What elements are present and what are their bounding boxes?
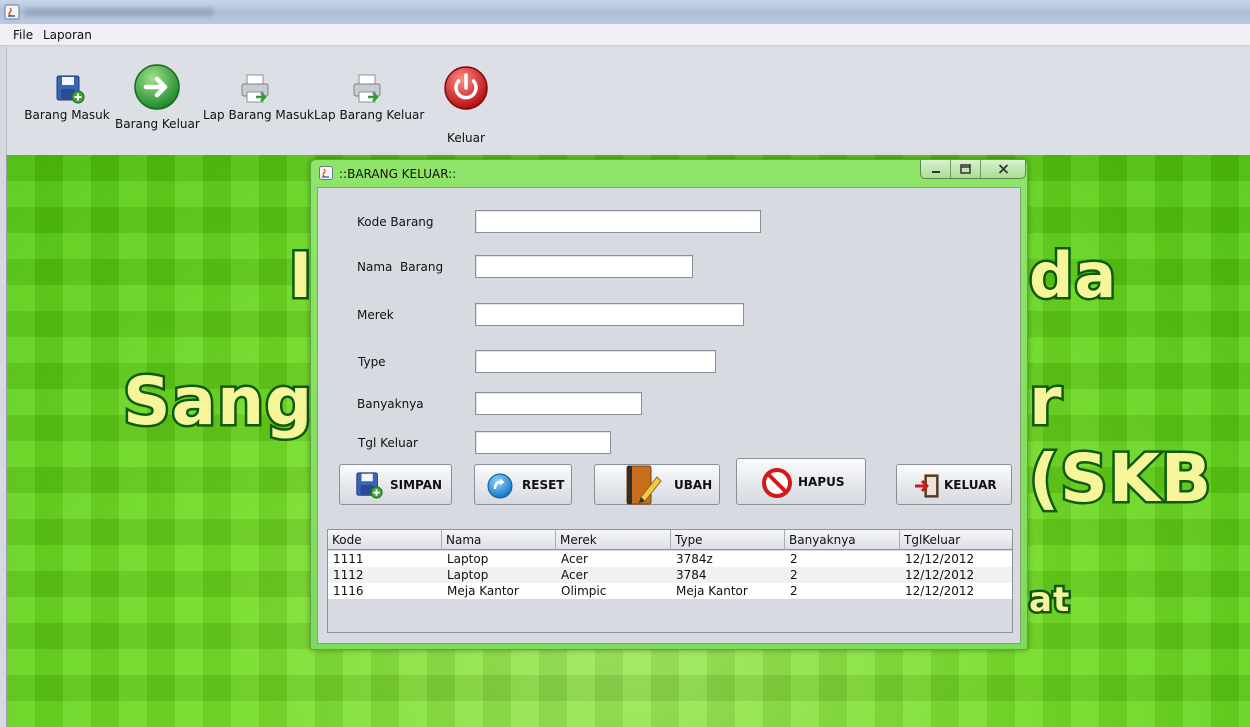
banner-fragment-sang: Sang <box>120 361 314 443</box>
frame-titlebar[interactable]: ::BARANG KELUAR:: <box>311 160 1027 186</box>
reset-label: RESET <box>522 478 565 492</box>
no-entry-icon <box>762 468 792 498</box>
toolbar-lap-barang-keluar-button[interactable]: Lap Barang Keluar <box>314 73 425 122</box>
merek-input[interactable] <box>475 303 744 326</box>
toolbar-keluar-label: Keluar <box>447 131 485 145</box>
printer-icon <box>353 74 381 103</box>
menu-laporan[interactable]: Laporan <box>43 28 92 42</box>
hapus-label: HAPUS <box>798 475 845 489</box>
arrow-right-icon <box>134 64 180 110</box>
column-header-tglkeluar[interactable]: TglKeluar <box>900 530 1012 550</box>
toolbar-lap-barang-keluar-label: Lap Barang Keluar <box>314 108 425 122</box>
frame-window-controls <box>920 160 1026 179</box>
table-row[interactable]: 1116 Meja Kantor Olimpic Meja Kantor 2 1… <box>328 583 1012 599</box>
cell-merek: Acer <box>561 568 588 582</box>
cell-nama: Laptop <box>447 552 489 566</box>
cell-tglkeluar: 12/12/2012 <box>905 552 975 566</box>
tgl-keluar-label: Tgl Keluar <box>358 436 418 450</box>
table-row[interactable]: 1112 Laptop Acer 3784 2 12/12/2012 <box>328 567 1012 583</box>
cell-type: 3784 <box>676 568 707 582</box>
toolbar-barang-masuk-button[interactable]: Barang Masuk <box>24 73 111 122</box>
exit-door-icon <box>915 474 939 498</box>
restore-icon <box>960 164 971 174</box>
printer-icon <box>241 74 269 103</box>
column-header-nama[interactable]: Nama <box>442 530 556 550</box>
toolbar-lap-barang-masuk-label: Lap Barang Masuk <box>203 108 314 122</box>
column-header-merek[interactable]: Merek <box>556 530 671 550</box>
maximize-button[interactable] <box>951 160 982 178</box>
barang-keluar-frame: ::BARANG KELUAR:: Kode Barang Nama Baran… <box>310 159 1028 650</box>
table-body: 1111 Laptop Acer 3784z 2 12/12/2012 1112… <box>328 551 1012 599</box>
edit-book-icon <box>626 465 662 505</box>
column-header-type[interactable]: Type <box>671 530 785 550</box>
keluar-button[interactable]: KELUAR <box>896 464 1012 505</box>
banner-fragment-bottom: at <box>1026 578 1071 623</box>
banner-fragment-skb: r (SKB <box>1027 361 1214 520</box>
kode-barang-label: Kode Barang <box>357 215 434 229</box>
merek-label: Merek <box>357 308 394 322</box>
cell-tglkeluar: 12/12/2012 <box>905 568 975 582</box>
nama-barang-label: Nama Barang <box>357 260 444 274</box>
toolbar-keluar-button[interactable]: Keluar <box>437 65 495 145</box>
reset-button[interactable]: RESET <box>474 464 572 505</box>
toolbar-barang-keluar-button[interactable]: Barang Keluar <box>115 63 200 131</box>
refresh-icon <box>487 473 513 499</box>
ubah-label: UBAH <box>674 478 713 492</box>
frame-title: ::BARANG KELUAR:: <box>339 167 457 181</box>
column-header-banyaknya[interactable]: Banyaknya <box>785 530 900 550</box>
minimize-icon <box>931 171 940 173</box>
banner-fragment-right: da <box>1026 237 1118 315</box>
type-label: Type <box>358 355 386 369</box>
cell-nama: Meja Kantor <box>447 584 519 598</box>
menu-bar: File Laporan <box>0 24 1250 46</box>
table-header: Kode Nama Merek Type Banyaknya TglKeluar <box>328 530 1012 550</box>
column-header-kode[interactable]: Kode <box>328 530 442 550</box>
barang-keluar-table: Kode Nama Merek Type Banyaknya TglKeluar… <box>327 529 1013 633</box>
power-icon <box>444 66 488 110</box>
cell-tglkeluar: 12/12/2012 <box>905 584 975 598</box>
hapus-button[interactable]: HAPUS <box>736 458 866 505</box>
frame-content: Kode Barang Nama Barang Merek Type Banya… <box>317 187 1021 644</box>
cell-kode: 1116 <box>333 584 364 598</box>
tgl-keluar-input[interactable] <box>475 431 611 454</box>
cell-banyaknya: 2 <box>790 584 798 598</box>
toolbar-barang-masuk-label: Barang Masuk <box>24 108 110 122</box>
cell-type: Meja Kantor <box>676 584 748 598</box>
toolbar-lap-barang-masuk-button[interactable]: Lap Barang Masuk <box>203 73 314 122</box>
toolbar: Barang Masuk Barang Keluar Lap Barang Ma… <box>6 47 1250 155</box>
simpan-label: SIMPAN <box>390 478 443 492</box>
keluar-label: KELUAR <box>944 478 997 492</box>
simpan-button[interactable]: SIMPAN <box>339 464 452 505</box>
banyaknya-label: Banyaknya <box>357 397 424 411</box>
save-add-icon <box>56 75 85 104</box>
menu-file[interactable]: File <box>13 28 33 42</box>
cell-banyaknya: 2 <box>790 552 798 566</box>
cell-banyaknya: 2 <box>790 568 798 582</box>
cell-kode: 1112 <box>333 568 364 582</box>
cell-type: 3784z <box>676 552 713 566</box>
cell-merek: Acer <box>561 552 588 566</box>
minimize-button[interactable] <box>921 160 952 178</box>
ubah-button[interactable]: UBAH <box>594 464 720 505</box>
java-app-icon <box>4 4 20 20</box>
table-row[interactable]: 1111 Laptop Acer 3784z 2 12/12/2012 <box>328 551 1012 567</box>
close-button[interactable] <box>981 160 1025 178</box>
cell-merek: Olimpic <box>561 584 607 598</box>
window-title-blurred <box>24 8 214 16</box>
cell-kode: 1111 <box>333 552 364 566</box>
banyaknya-input[interactable] <box>475 392 642 415</box>
close-icon <box>998 164 1008 174</box>
cell-nama: Laptop <box>447 568 489 582</box>
nama-barang-input[interactable] <box>475 255 693 278</box>
save-add-icon <box>356 472 383 499</box>
toolbar-barang-keluar-label: Barang Keluar <box>115 117 200 131</box>
kode-barang-input[interactable] <box>475 210 761 233</box>
os-titlebar <box>0 0 1250 24</box>
type-input[interactable] <box>475 350 716 373</box>
java-icon <box>319 166 333 180</box>
